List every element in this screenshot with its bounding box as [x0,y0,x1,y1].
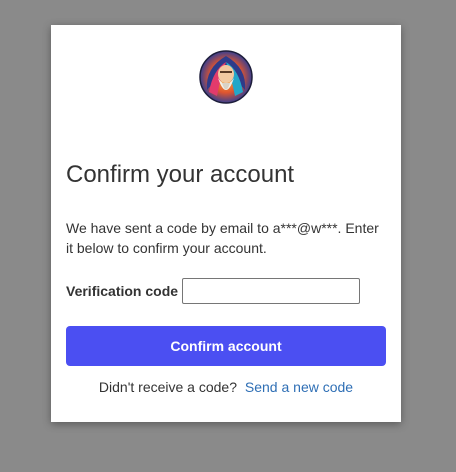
page-title: Confirm your account [66,161,295,188]
send-new-code-link[interactable]: Send a new code [245,379,353,395]
verification-code-input[interactable] [182,278,360,304]
wizard-logo-icon [199,50,253,104]
resend-prompt: Didn't receive a code? [98,379,237,395]
resend-code-row: Didn't receive a code? Send a new code [51,378,401,396]
confirmation-message: We have sent a code by email to a***@w**… [66,220,379,256]
verification-code-label: Verification code [66,283,179,299]
confirm-account-card: Confirm your account We have sent a code… [51,25,401,422]
confirm-account-button[interactable]: Confirm account [66,326,386,366]
